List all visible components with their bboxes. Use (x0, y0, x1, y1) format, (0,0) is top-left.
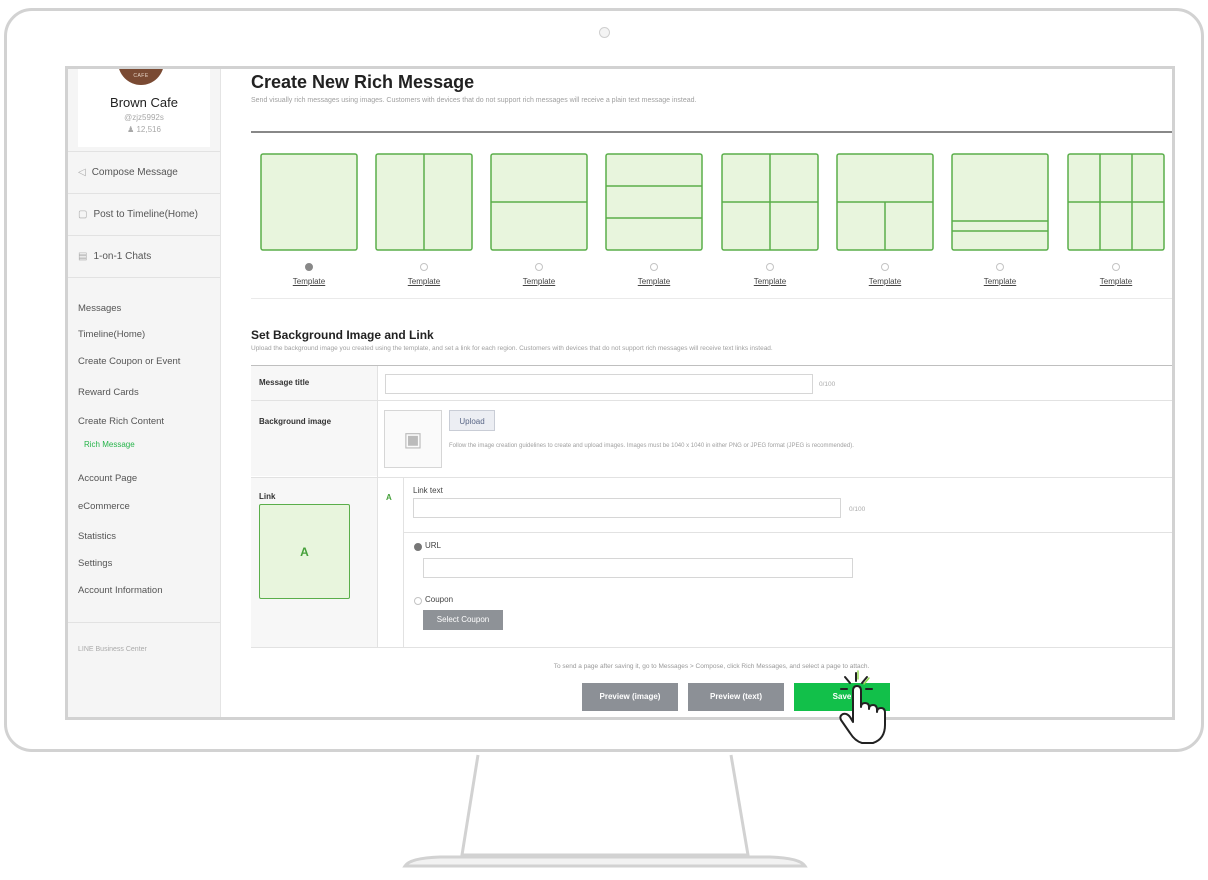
hand-pointer-icon (839, 670, 886, 744)
monitor-stand-icon (402, 754, 808, 868)
